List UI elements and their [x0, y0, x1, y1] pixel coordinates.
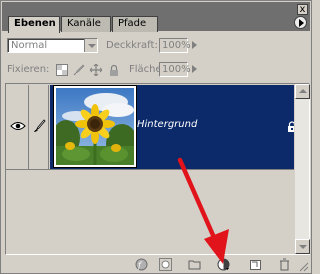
fill-field[interactable]: 100%	[159, 62, 191, 77]
layers-list: Hintergrund	[5, 83, 310, 255]
scroll-down-button[interactable]	[295, 239, 310, 254]
add-mask-icon[interactable]	[159, 258, 172, 271]
new-adjustment-layer-icon[interactable]	[217, 258, 230, 271]
new-layer-icon[interactable]	[249, 258, 262, 271]
blend-mode-value: Normal	[11, 40, 48, 51]
lock-all-icon[interactable]	[108, 64, 120, 76]
sunflower-thumbnail-image	[56, 88, 134, 165]
brush-icon	[34, 119, 46, 132]
bottom-toolbar: f	[2, 256, 310, 273]
trash-icon[interactable]	[278, 258, 291, 271]
close-icon: x	[299, 4, 306, 15]
lock-position-move-icon[interactable]	[90, 64, 102, 76]
opacity-slider-arrow-icon[interactable]	[192, 39, 200, 52]
layers-panel: Ebenen Kanäle Pfade x Normal Deckkraft: …	[0, 0, 312, 274]
vertical-scrollbar[interactable]	[294, 84, 310, 254]
eye-icon	[10, 122, 26, 130]
panel-menu-button[interactable]	[294, 16, 307, 29]
new-group-icon[interactable]	[188, 258, 201, 271]
fill-slider-arrow-icon[interactable]	[192, 63, 200, 76]
visibility-toggle[interactable]	[7, 85, 29, 169]
fill-label: Fläche	[129, 64, 162, 75]
opacity-field[interactable]: 100%	[159, 38, 191, 53]
tab-kanaele[interactable]: Kanäle	[61, 16, 111, 32]
edit-state-toggle[interactable]	[30, 85, 49, 169]
tab-label: Kanäle	[67, 18, 101, 29]
close-button[interactable]: x	[297, 4, 308, 15]
layer-row[interactable]: Hintergrund	[6, 84, 296, 170]
layer-name[interactable]: Hintergrund	[137, 119, 197, 131]
layer-selection[interactable]: Hintergrund	[50, 85, 296, 169]
layer-style-icon[interactable]: f	[135, 258, 148, 271]
opacity-label: Deckkraft:	[106, 40, 158, 51]
layer-thumbnail[interactable]	[54, 86, 136, 167]
tab-pfade[interactable]: Pfade	[112, 16, 158, 32]
blend-mode-select[interactable]: Normal	[7, 38, 98, 53]
lock-transparency-icon[interactable]	[56, 64, 68, 76]
opacity-value: 100%	[162, 40, 191, 51]
tab-ebenen[interactable]: Ebenen	[8, 16, 60, 33]
lock-label: Fixieren:	[7, 64, 50, 75]
tab-label: Pfade	[118, 18, 147, 29]
tab-label: Ebenen	[14, 18, 56, 29]
scroll-up-button[interactable]	[295, 84, 310, 99]
tab-strip: Ebenen Kanäle Pfade x	[2, 2, 310, 33]
chevron-down-icon	[84, 39, 97, 52]
resize-grip-icon[interactable]	[298, 261, 309, 272]
lock-pixels-brush-icon[interactable]	[73, 64, 85, 76]
fill-value: 100%	[162, 64, 191, 75]
